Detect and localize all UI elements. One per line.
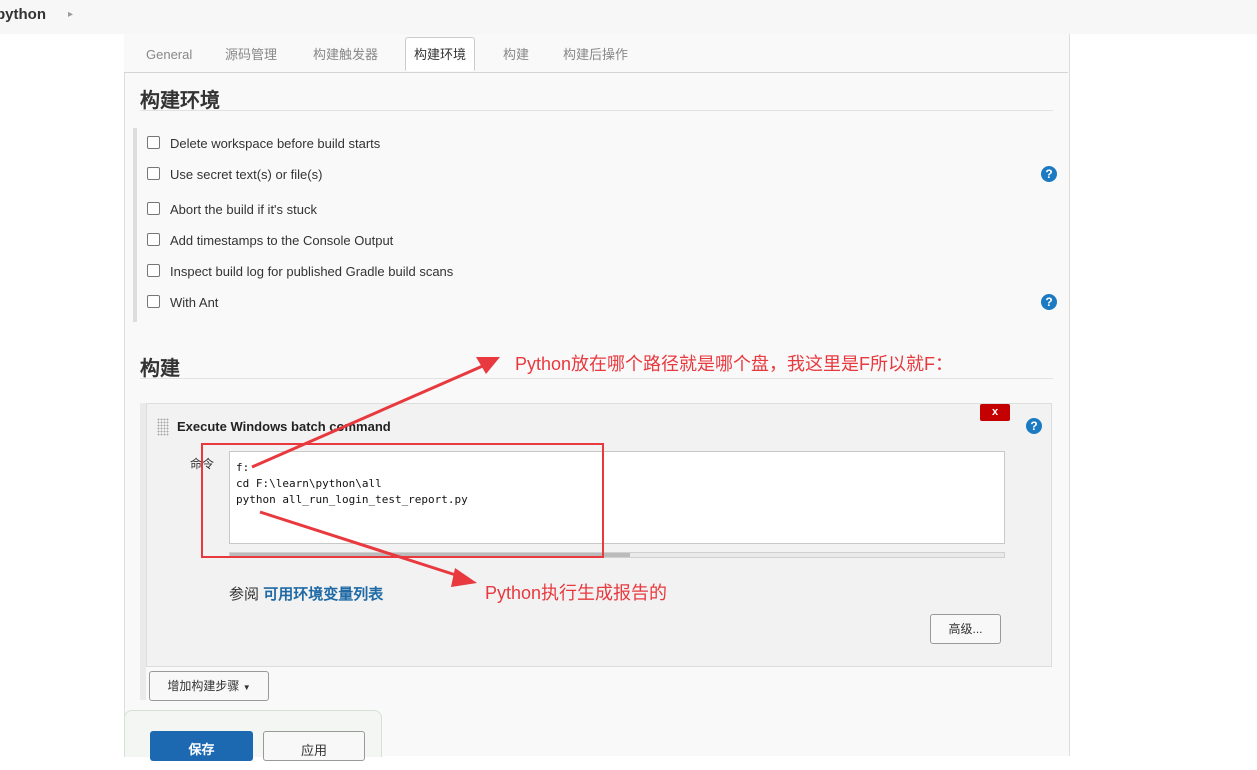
arrow-line-top	[251, 363, 486, 469]
arrow-line-bottom	[259, 510, 463, 579]
arrow-head-bottom-icon	[451, 568, 477, 587]
annotation-arrows	[251, 357, 500, 587]
arrow-head-top-icon	[476, 357, 500, 374]
